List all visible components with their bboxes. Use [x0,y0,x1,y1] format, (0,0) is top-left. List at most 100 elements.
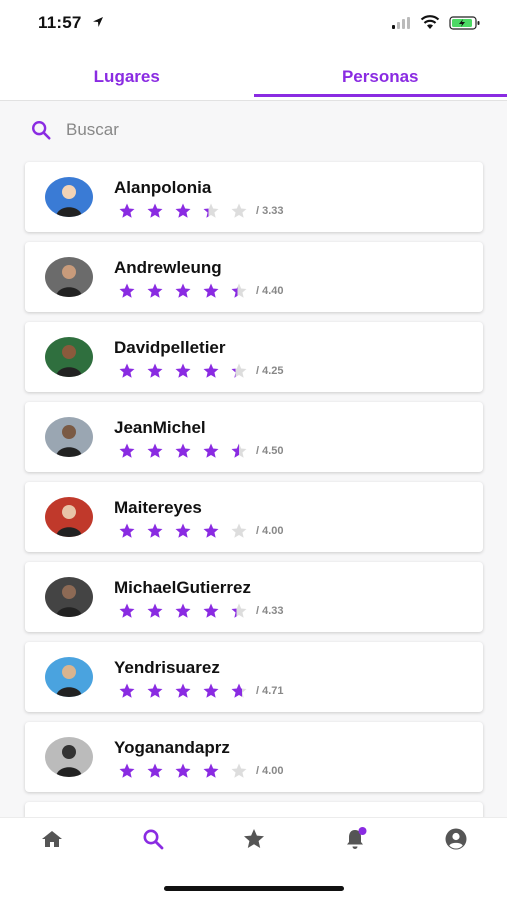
star-icon [146,362,164,380]
avatar [45,497,93,537]
star-icon[interactable] [242,827,266,851]
star-icon [118,522,136,540]
star-icon [202,202,220,220]
avatar [45,337,93,377]
avatar [45,177,93,217]
home-indicator [164,886,344,891]
avatar [45,737,93,777]
star-icon [118,442,136,460]
star-icon [118,762,136,780]
star-rating: / 4.50 [118,442,284,460]
status-time: 11:57 [38,13,82,33]
list-item[interactable]: JeanMichel / 4.50 [25,402,483,472]
rating-value: / 4.00 [256,765,284,777]
list-item[interactable]: Maitereyes / 4.00 [25,482,483,552]
people-list: Alanpolonia / 3.33 Andrewleung / 4.40 Davidp… [25,162,483,882]
list-item[interactable]: Andrewleung / 4.40 [25,242,483,312]
star-icon [146,522,164,540]
star-icon [174,602,192,620]
star-icon [118,202,136,220]
rating-value: / 4.33 [256,605,284,617]
list-item[interactable]: Alanpolonia / 3.33 [25,162,483,232]
star-icon [146,282,164,300]
notification-badge [359,827,367,835]
list-item[interactable]: Davidpelletier / 4.25 [25,322,483,392]
account-icon[interactable] [444,827,468,851]
search-icon [30,119,52,141]
star-icon [146,682,164,700]
home-icon[interactable] [40,827,64,851]
star-icon [230,602,248,620]
bell-icon[interactable] [343,827,367,851]
person-name: MichaelGutierrez [114,578,251,598]
star-icon [118,282,136,300]
star-icon [230,282,248,300]
person-name: Yendrisuarez [114,658,220,678]
star-rating: / 3.33 [118,202,284,220]
star-rating: / 4.33 [118,602,284,620]
rating-value: / 4.40 [256,285,284,297]
star-icon [146,442,164,460]
star-rating: / 4.00 [118,762,284,780]
person-name: Yoganandaprz [114,738,230,758]
star-icon [118,682,136,700]
avatar [45,577,93,617]
star-icon [202,762,220,780]
search-bar [30,118,470,142]
search-nav-icon[interactable] [141,827,165,851]
star-icon [202,522,220,540]
star-icon [174,362,192,380]
rating-value: / 4.00 [256,525,284,537]
star-icon [230,682,248,700]
search-input[interactable] [64,119,428,141]
star-icon [230,762,248,780]
star-icon [202,282,220,300]
list-item[interactable]: Yoganandaprz / 4.00 [25,722,483,792]
list-item[interactable]: MichaelGutierrez / 4.33 [25,562,483,632]
star-icon [230,442,248,460]
star-rating: / 4.25 [118,362,284,380]
star-icon [174,282,192,300]
list-item[interactable]: Yendrisuarez / 4.71 [25,642,483,712]
star-icon [146,762,164,780]
star-icon [174,682,192,700]
location-arrow-icon [92,16,104,28]
star-rating: / 4.71 [118,682,284,700]
avatar [45,257,93,297]
star-icon [174,442,192,460]
wifi-icon [420,14,440,30]
star-icon [118,602,136,620]
rating-value: / 4.25 [256,365,284,377]
person-name: Maitereyes [114,498,202,518]
person-name: Andrewleung [114,258,222,278]
rating-value: / 4.50 [256,445,284,457]
tab-bar: Lugares Personas [0,48,507,101]
cellular-signal-icon [392,17,412,29]
star-icon [174,202,192,220]
star-rating: / 4.40 [118,282,284,300]
rating-value: / 4.71 [256,685,284,697]
star-icon [230,362,248,380]
tab-lugares[interactable]: Lugares [0,48,254,100]
star-icon [230,522,248,540]
star-icon [202,682,220,700]
star-icon [230,202,248,220]
star-icon [202,602,220,620]
star-icon [174,762,192,780]
tab-personas[interactable]: Personas [254,48,507,100]
person-name: Davidpelletier [114,338,226,358]
battery-icon [449,15,481,31]
avatar [45,657,93,697]
star-icon [202,362,220,380]
star-icon [174,522,192,540]
person-name: Alanpolonia [114,178,211,198]
star-icon [146,602,164,620]
star-icon [202,442,220,460]
status-bar: 11:57 [0,0,507,48]
star-rating: / 4.00 [118,522,284,540]
person-name: JeanMichel [114,418,206,438]
avatar [45,417,93,457]
star-icon [118,362,136,380]
rating-value: / 3.33 [256,205,284,217]
star-icon [146,202,164,220]
